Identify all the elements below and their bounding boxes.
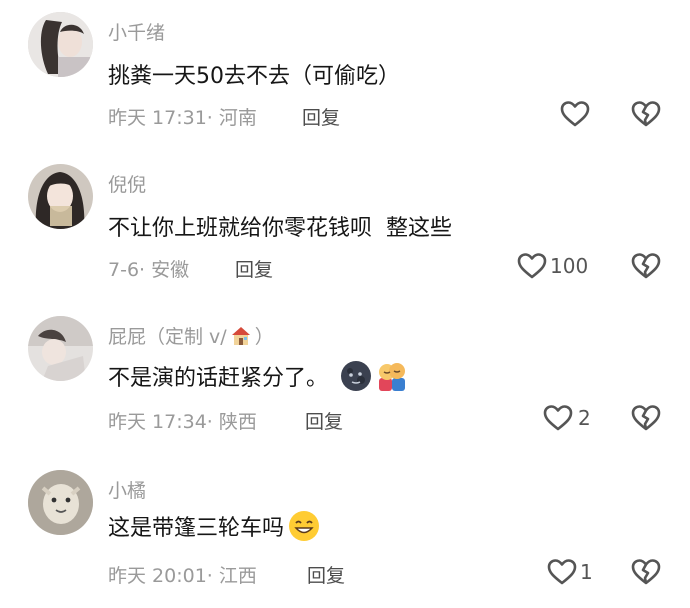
username-text[interactable]: 倪倪 — [108, 170, 146, 197]
avatar[interactable] — [28, 470, 93, 535]
house-emoji — [229, 324, 253, 348]
username[interactable]: 小橘 — [108, 476, 146, 503]
like-button[interactable]: 2 — [543, 404, 591, 432]
comment-text: 不是演的话赶紧分了。 — [108, 360, 408, 392]
username[interactable]: 倪倪 — [108, 170, 146, 197]
comment-text-body: 这是带篷三轮车吗 — [108, 516, 285, 541]
comment-text-body: 不是演的话赶紧分了。 — [108, 366, 329, 391]
heart-outline-icon — [517, 252, 547, 280]
comment-item: 小橘 这是带篷三轮车吗 昨天 20:01· 江西 回复 1 — [0, 458, 690, 608]
username[interactable]: 小千绪 — [108, 18, 165, 45]
like-button[interactable]: 1 — [547, 558, 593, 586]
username-text[interactable]: 小千绪 — [108, 18, 165, 45]
comment-meta: 7-6· 安徽 — [108, 259, 190, 281]
comment-text: 这是带篷三轮车吗 — [108, 510, 320, 542]
comment-meta: 昨天 20:01· 江西 — [108, 565, 257, 587]
heart-outline-icon — [560, 100, 590, 128]
dislike-button[interactable] — [631, 558, 661, 586]
new-moon-face-emoji — [340, 360, 372, 392]
like-count: 100 — [550, 254, 589, 278]
comment-meta: 昨天 17:34· 陕西 — [108, 411, 257, 433]
comment-meta: 昨天 17:31· 河南 — [108, 107, 257, 129]
comment-item: 小千绪 挑粪一天50去不去（可偷吃） 昨天 17:31· 河南 回复 — [0, 0, 690, 150]
reply-button[interactable]: 回复 — [235, 255, 273, 282]
reply-button[interactable]: 回复 — [305, 407, 343, 434]
dislike-button[interactable] — [631, 100, 661, 128]
heart-outline-icon — [547, 558, 577, 586]
avatar[interactable] — [28, 12, 93, 77]
comment-item: 屁屁（定制 v/ ） 不是演的话赶紧分了。 昨天 17:34· 陕西 回复 2 — [0, 304, 690, 454]
like-button[interactable]: 100 — [517, 252, 588, 280]
username[interactable]: 屁屁（定制 v/ ） — [108, 322, 274, 349]
like-count: 2 — [578, 406, 591, 430]
username-text[interactable]: 小橘 — [108, 476, 146, 503]
like-button[interactable] — [560, 100, 590, 128]
dislike-button[interactable] — [631, 252, 661, 280]
hugging-people-emoji — [376, 360, 408, 392]
heart-outline-icon — [543, 404, 573, 432]
comment-text-body: 挑粪一天50去不去（可偷吃） — [108, 64, 400, 89]
broken-heart-icon — [631, 100, 661, 128]
broken-heart-icon — [631, 558, 661, 586]
broken-heart-icon — [631, 252, 661, 280]
username-text-suffix[interactable]: ） — [255, 322, 274, 349]
avatar[interactable] — [28, 164, 93, 229]
dislike-button[interactable] — [631, 404, 661, 432]
comment-text-body: 不让你上班就给你零花钱呗 整这些 — [108, 216, 452, 241]
reply-button[interactable]: 回复 — [307, 561, 345, 588]
comment-text: 挑粪一天50去不去（可偷吃） — [108, 58, 400, 90]
avatar[interactable] — [28, 316, 93, 381]
grinning-face-emoji — [288, 510, 320, 542]
comment-text: 不让你上班就给你零花钱呗 整这些 — [108, 210, 452, 242]
broken-heart-icon — [631, 404, 661, 432]
like-count: 1 — [580, 560, 593, 584]
username-text[interactable]: 屁屁（定制 v/ — [108, 322, 227, 349]
comment-item: 倪倪 不让你上班就给你零花钱呗 整这些 7-6· 安徽 回复 100 — [0, 152, 690, 302]
reply-button[interactable]: 回复 — [302, 103, 340, 130]
